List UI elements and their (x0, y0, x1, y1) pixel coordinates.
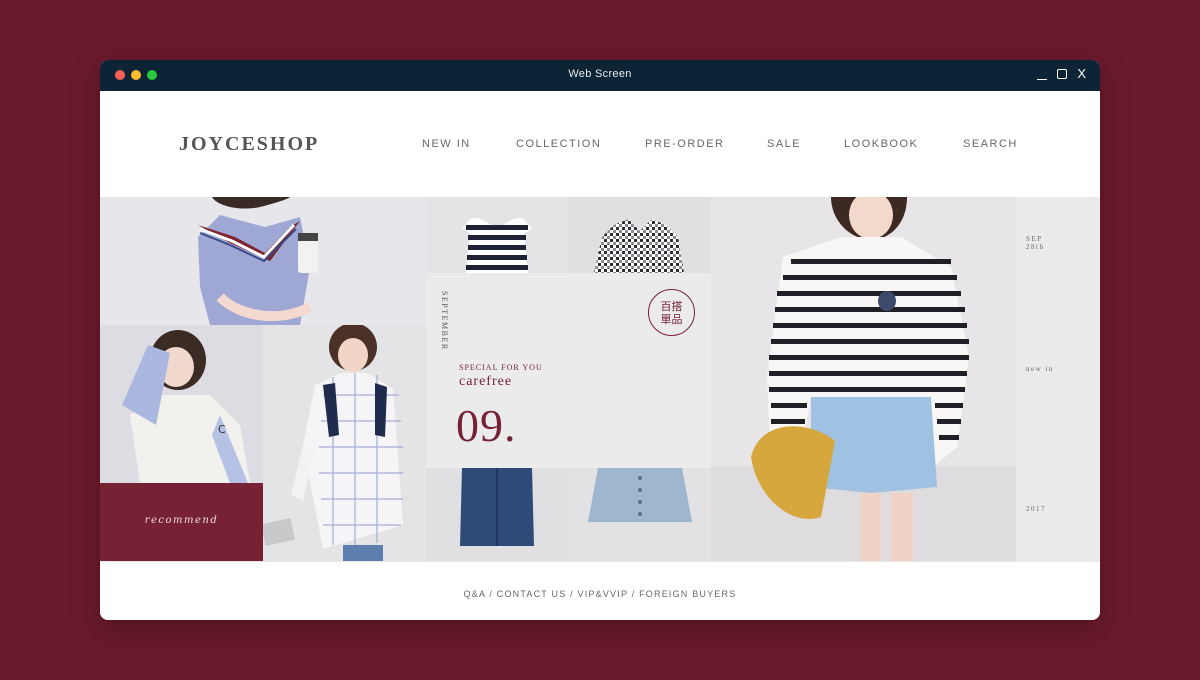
feature-tagline: carefree (459, 374, 513, 389)
tee-model-photo[interactable]: C (100, 325, 263, 483)
lookbook-grid: C recommend SEPTEMBER 百搭 單品 SPECIAL FOR … (100, 197, 1100, 561)
button-skirt-product[interactable] (568, 468, 711, 561)
month-label: SEPTEMBER (440, 291, 449, 351)
svg-text:C: C (218, 423, 226, 436)
footer-links[interactable]: Q&A / CONTACT US / VIP&VVIP / FOREIGN BU… (100, 589, 1100, 599)
site-footer: Q&A / CONTACT US / VIP&VVIP / FOREIGN BU… (100, 561, 1100, 620)
nav-sale[interactable]: SALE (767, 138, 801, 150)
window-title: Web Screen (568, 68, 632, 80)
nav-lookbook[interactable]: LOOKBOOK (844, 138, 918, 150)
gingham-shirt-product[interactable] (568, 197, 711, 273)
plaid-shirt-model-photo[interactable] (263, 325, 426, 561)
special-label: SPECIAL FOR YOU (459, 363, 543, 372)
minimize-icon[interactable] (1037, 66, 1048, 80)
title-bar: Web Screen X (100, 60, 1100, 91)
stamp-line-1: 百搭 (660, 299, 683, 313)
site-header: JOYCESHOP NEW IN COLLECTION PRE-ORDER SA… (100, 91, 1100, 197)
nav-collection[interactable]: COLLECTION (516, 138, 601, 150)
nav-pre-order[interactable]: PRE-ORDER (645, 138, 725, 150)
striped-model-photo[interactable] (711, 197, 1016, 561)
recommend-banner[interactable]: recommend (100, 483, 263, 561)
sidebar-new-in[interactable]: new in (1026, 365, 1054, 374)
close-icon[interactable]: X (1077, 66, 1086, 82)
stamp-line-2: 單品 (660, 312, 683, 326)
date-sidebar: SEP 28th new in 2017 (1016, 197, 1100, 561)
feature-number: 09. (456, 400, 517, 451)
striped-top-product[interactable] (426, 197, 568, 273)
site-logo[interactable]: JOYCESHOP (179, 133, 319, 156)
denim-skirt-product[interactable] (426, 468, 568, 561)
nav-new-in[interactable]: NEW IN (422, 138, 471, 150)
nav-search[interactable]: SEARCH (963, 138, 1018, 150)
maximize-icon[interactable] (1057, 69, 1068, 79)
window-controls: X (1037, 66, 1086, 82)
recommend-label: recommend (144, 515, 219, 526)
sidebar-day: 28th (1026, 243, 1045, 251)
sidebar-year: 2017 (1026, 505, 1046, 513)
feature-card[interactable]: SEPTEMBER 百搭 單品 SPECIAL FOR YOU carefree… (426, 273, 711, 468)
feature-stamp: 百搭 單品 (648, 289, 695, 336)
browser-window: Web Screen X JOYCESHOP NEW IN COLLECTION… (100, 60, 1100, 620)
sweater-model-photo[interactable] (100, 197, 426, 325)
